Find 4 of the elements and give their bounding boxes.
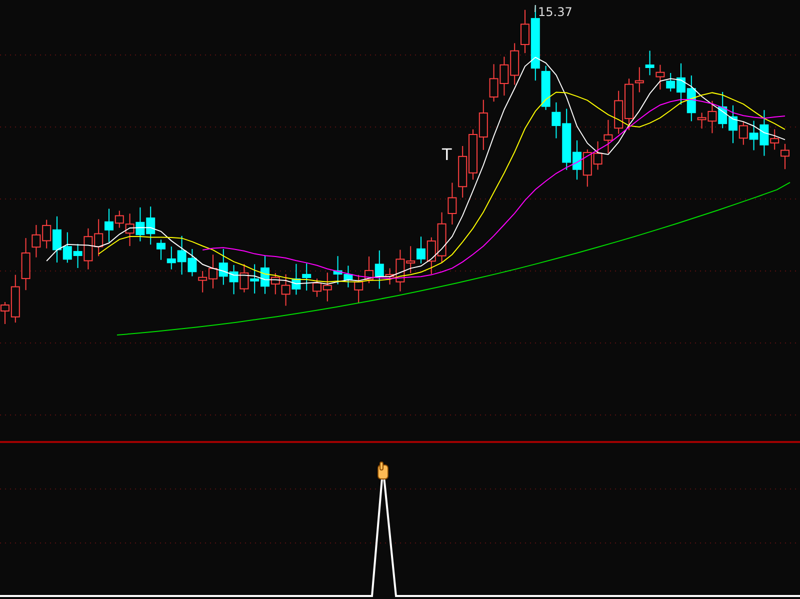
signal-mark: T — [442, 145, 452, 164]
leader-line — [534, 4, 536, 12]
pointing-hand-icon — [378, 462, 388, 480]
high-price-label: 15.37 — [538, 5, 572, 19]
